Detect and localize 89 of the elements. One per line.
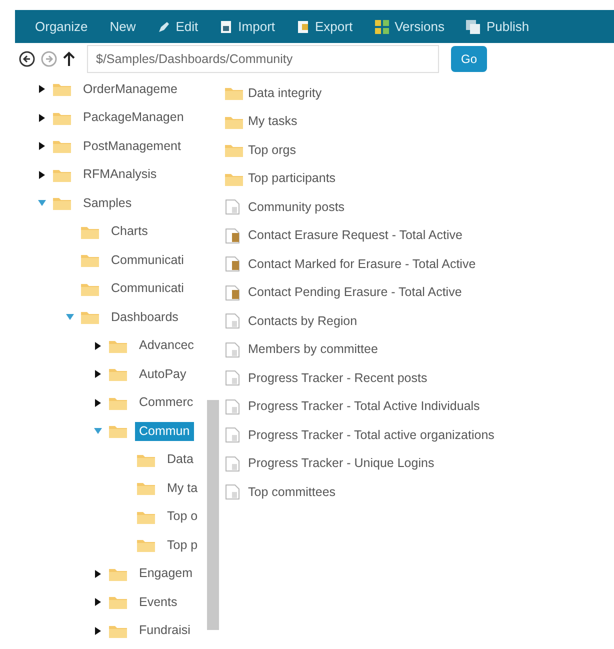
folder-icon xyxy=(81,224,99,239)
list-item[interactable]: Progress Tracker - Total active organizations xyxy=(248,426,494,445)
folder-icon xyxy=(81,282,99,296)
tree-item[interactable]: Charts xyxy=(107,222,152,242)
list-item[interactable]: Members by committee xyxy=(248,340,378,360)
expand-arrow-icon[interactable] xyxy=(94,570,102,578)
list-item[interactable]: Data integrity xyxy=(248,84,322,103)
tree-item[interactable]: Engagem xyxy=(135,564,197,584)
folder-icon xyxy=(109,595,127,610)
folder-icon xyxy=(137,481,155,496)
expand-arrow-icon[interactable] xyxy=(38,114,46,122)
folder-icon xyxy=(137,538,155,552)
folder-icon xyxy=(109,424,127,438)
folder-icon xyxy=(109,566,127,581)
pencil-icon xyxy=(158,20,170,32)
expand-arrow-icon[interactable] xyxy=(94,342,102,350)
list-item[interactable]: Progress Tracker - Unique Logins xyxy=(248,454,434,474)
expand-arrow-icon[interactable] xyxy=(38,85,46,94)
tree-item[interactable]: Commun xyxy=(135,422,194,441)
folder-icon xyxy=(109,624,127,638)
toolbar-button[interactable]: Versions xyxy=(374,16,444,36)
folder-icon xyxy=(53,139,71,154)
collapse-arrow-icon[interactable] xyxy=(66,313,74,322)
tree-item[interactable]: Dashboards xyxy=(107,308,182,327)
collapse-arrow-icon[interactable] xyxy=(38,199,46,208)
folder-icon xyxy=(225,86,243,100)
tree-item[interactable]: PostManagement xyxy=(79,136,185,156)
folder-icon xyxy=(81,310,99,324)
list-item[interactable]: Top orgs xyxy=(248,140,296,160)
document-icon xyxy=(220,20,232,34)
up-arrow-icon[interactable] xyxy=(63,51,75,67)
tree-item[interactable]: RFMAnalysis xyxy=(79,165,161,184)
tree-item[interactable]: Commerc xyxy=(135,393,198,412)
tree-item[interactable]: Events xyxy=(135,592,182,612)
expand-arrow-icon[interactable] xyxy=(94,398,102,407)
folder-icon xyxy=(53,82,71,96)
list-item[interactable]: Contact Erasure Request - Total Active xyxy=(248,226,462,246)
list-item[interactable]: Contacts by Region xyxy=(248,312,358,331)
list-item[interactable]: Contact Marked for Erasure - Total Active xyxy=(248,254,476,274)
go-button[interactable]: Go xyxy=(451,46,488,72)
folder-icon xyxy=(109,338,127,353)
toolbar-button[interactable]: Organize xyxy=(35,16,88,36)
toolbar-button[interactable]: Edit xyxy=(158,16,198,36)
list-item[interactable]: Progress Tracker - Recent posts xyxy=(248,368,428,388)
tree-item[interactable]: Top p xyxy=(163,536,202,555)
folder-icon xyxy=(53,196,71,210)
folder-icon xyxy=(53,110,71,125)
folder-icon xyxy=(137,510,155,524)
expand-arrow-icon[interactable] xyxy=(94,598,102,606)
expand-arrow-icon[interactable] xyxy=(94,370,102,378)
folder-icon xyxy=(109,367,127,382)
list-item[interactable]: Top committees xyxy=(248,482,336,502)
folder-icon xyxy=(53,168,71,182)
folder-icon xyxy=(225,172,243,186)
documents-icon xyxy=(466,20,480,34)
list-item[interactable]: Contact Pending Erasure - Total Active xyxy=(248,283,462,302)
folder-icon xyxy=(225,114,243,129)
toolbar-button[interactable]: Import xyxy=(220,16,276,36)
folder-icon xyxy=(225,143,243,158)
list-item[interactable]: My tasks xyxy=(248,112,298,132)
folder-icon xyxy=(81,253,99,268)
tree-item[interactable]: Communicati xyxy=(107,279,188,298)
tree-item[interactable]: AutoPay xyxy=(135,364,190,384)
folder-icon xyxy=(137,452,155,467)
tree-item[interactable]: Fundraisi xyxy=(135,621,194,640)
toolbar-button[interactable]: New xyxy=(110,16,136,36)
toolbar-button[interactable]: Publish xyxy=(466,16,530,36)
expand-arrow-icon[interactable] xyxy=(94,626,102,635)
tree-item[interactable]: Advancec xyxy=(135,336,198,356)
toolbar-button[interactable]: Export xyxy=(297,16,353,36)
grid-icon xyxy=(374,20,389,34)
tree-item[interactable]: OrderManageme xyxy=(79,80,182,99)
folder-icon xyxy=(109,396,127,410)
tree-item[interactable]: Samples xyxy=(79,194,136,213)
list-item[interactable]: Community posts xyxy=(248,198,345,217)
back-icon[interactable] xyxy=(19,51,35,67)
list-item[interactable]: Top participants xyxy=(248,169,336,188)
collapse-arrow-icon[interactable] xyxy=(94,427,102,436)
expand-arrow-icon[interactable] xyxy=(38,142,46,150)
tree-item[interactable]: PackageManagen xyxy=(79,108,188,128)
tree-item[interactable]: Top o xyxy=(163,507,202,526)
expand-arrow-icon[interactable] xyxy=(38,170,46,179)
list-item[interactable]: Progress Tracker - Total Active Individuals xyxy=(248,397,480,416)
scrollbar-thumb[interactable] xyxy=(207,400,219,630)
path-field[interactable]: $/Samples/Dashboards/Community xyxy=(87,45,439,73)
tree-item[interactable]: My ta xyxy=(163,478,202,498)
tree-item[interactable]: Data xyxy=(163,450,198,470)
document-icon xyxy=(297,20,310,34)
tree-item[interactable]: Communicati xyxy=(107,250,188,270)
